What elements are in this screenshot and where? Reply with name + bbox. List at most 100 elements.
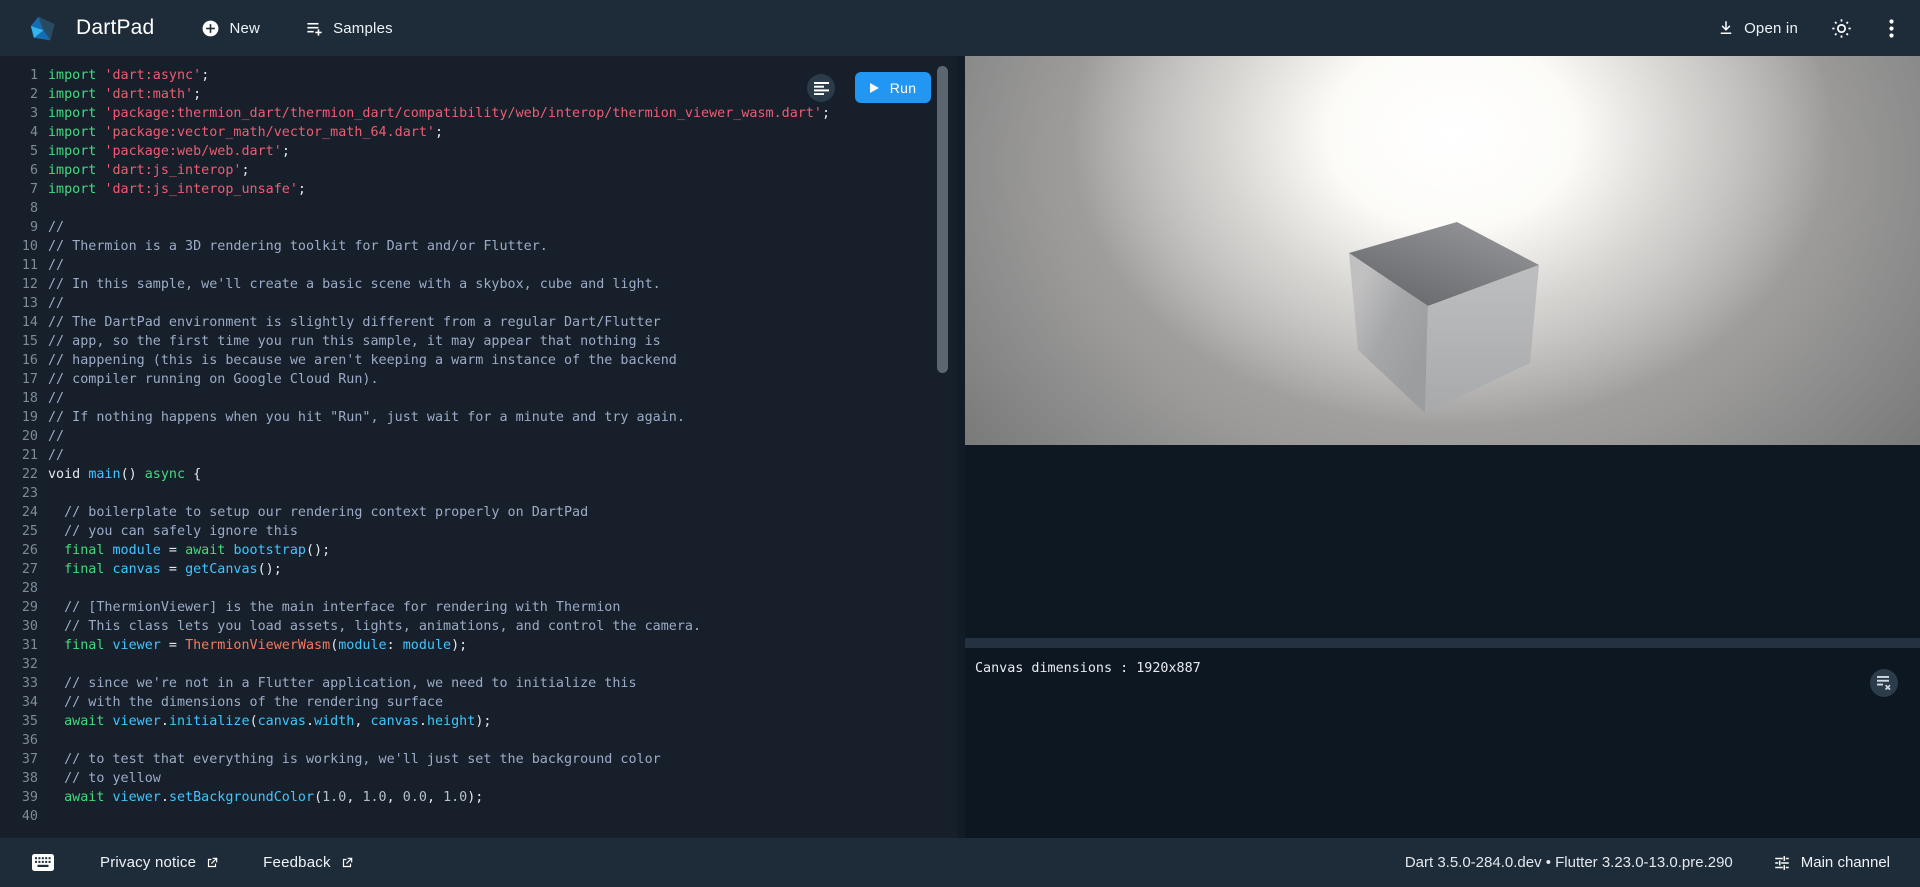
download-icon [1717,19,1735,37]
play-icon [870,83,879,93]
code-line[interactable]: 27 final canvas = getCanvas(); [0,560,957,579]
brand: DartPad [30,15,154,42]
code-line[interactable]: 21// [0,446,957,465]
code-line[interactable]: 9// [0,218,957,237]
code-line[interactable]: 23 [0,484,957,503]
horizontal-splitter[interactable] [965,638,1920,648]
top-app-bar: DartPad New Samples Open in [0,0,1920,56]
line-number: 24 [0,503,38,522]
line-number: 31 [0,636,38,655]
status-right: Dart 3.5.0-284.0.dev • Flutter 3.23.0-13… [1405,854,1890,872]
keyboard-shortcuts-button[interactable] [32,854,54,871]
line-number: 36 [0,731,38,750]
samples-button[interactable]: Samples [305,19,393,38]
theme-toggle-button[interactable] [1828,15,1854,41]
code-line[interactable]: 32 [0,655,957,674]
code-line[interactable]: 26 final module = await bootstrap(); [0,541,957,560]
code-line[interactable]: 8 [0,199,957,218]
code-line[interactable]: 11// [0,256,957,275]
add-circle-icon [201,19,220,38]
line-number: 4 [0,123,38,142]
code-line[interactable]: 3import 'package:thermion_dart/thermion_… [0,104,957,123]
line-number: 35 [0,712,38,731]
code-line[interactable]: 31 final viewer = ThermionViewerWasm(mod… [0,636,957,655]
line-number: 22 [0,465,38,484]
feedback-link[interactable]: Feedback [263,854,353,871]
new-button[interactable]: New [201,19,260,38]
line-number: 8 [0,199,38,218]
clear-console-icon [1877,676,1892,690]
line-number: 21 [0,446,38,465]
code-line[interactable]: 15// app, so the first time you run this… [0,332,957,351]
code-line[interactable]: 35 await viewer.initialize(canvas.width,… [0,712,957,731]
kebab-menu-icon [1889,19,1894,38]
open-in-button[interactable]: Open in [1717,19,1798,37]
privacy-notice-link[interactable]: Privacy notice [100,854,219,871]
line-number: 39 [0,788,38,807]
app-title: DartPad [76,16,154,40]
code-line[interactable]: 40 [0,807,957,826]
brightness-sun-icon [1831,18,1852,39]
code-line[interactable]: 38 // to yellow [0,769,957,788]
line-number: 27 [0,560,38,579]
channel-selector[interactable]: Main channel [1773,854,1890,872]
line-number: 13 [0,294,38,313]
canvas-empty-area [965,445,1920,638]
sdk-version-text: Dart 3.5.0-284.0.dev • Flutter 3.23.0-13… [1405,854,1733,871]
render-canvas-3d-scene[interactable] [965,56,1920,445]
code-line[interactable]: 36 [0,731,957,750]
line-number: 30 [0,617,38,636]
format-button[interactable] [807,74,835,102]
line-number: 9 [0,218,38,237]
code-line[interactable]: 39 await viewer.setBackgroundColor(1.0, … [0,788,957,807]
format-align-icon [814,82,829,95]
line-number: 25 [0,522,38,541]
code-line[interactable]: 30 // This class lets you load assets, l… [0,617,957,636]
code-line[interactable]: 33 // since we're not in a Flutter appli… [0,674,957,693]
code-line[interactable]: 7import 'dart:js_interop_unsafe'; [0,180,957,199]
run-button[interactable]: Run [855,72,931,103]
code-editor[interactable]: 1import 'dart:async';2import 'dart:math'… [0,56,957,838]
clear-console-button[interactable] [1870,669,1898,697]
code-line[interactable]: 28 [0,579,957,598]
code-line[interactable]: 19// If nothing happens when you hit "Ru… [0,408,957,427]
line-number: 32 [0,655,38,674]
console-panel: Canvas dimensions : 1920x887 [965,648,1920,838]
code-line[interactable]: 4import 'package:vector_math/vector_math… [0,123,957,142]
line-number: 14 [0,313,38,332]
code-line[interactable]: 17// compiler running on Google Cloud Ru… [0,370,957,389]
line-number: 6 [0,161,38,180]
code-lines: 1import 'dart:async';2import 'dart:math'… [0,56,957,826]
line-number: 33 [0,674,38,693]
vertical-splitter[interactable] [957,56,965,838]
line-number: 40 [0,807,38,826]
cube-3d [965,56,1920,445]
topbar-actions: Open in [1717,15,1904,41]
overflow-menu-button[interactable] [1878,15,1904,41]
line-number: 7 [0,180,38,199]
code-line[interactable]: 18// [0,389,957,408]
code-line[interactable]: 10// Thermion is a 3D rendering toolkit … [0,237,957,256]
line-number: 18 [0,389,38,408]
playlist-add-icon [305,19,324,38]
editor-scrollbar[interactable] [937,66,948,373]
code-line[interactable]: 34 // with the dimensions of the renderi… [0,693,957,712]
code-line[interactable]: 13// [0,294,957,313]
line-number: 2 [0,85,38,104]
code-line[interactable]: 5import 'package:web/web.dart'; [0,142,957,161]
code-line[interactable]: 24 // boilerplate to setup our rendering… [0,503,957,522]
code-line[interactable]: 12// In this sample, we'll create a basi… [0,275,957,294]
code-line[interactable]: 6import 'dart:js_interop'; [0,161,957,180]
line-number: 28 [0,579,38,598]
code-line[interactable]: 22void main() async { [0,465,957,484]
code-line[interactable]: 29 // [ThermionViewer] is the main inter… [0,598,957,617]
code-line[interactable]: 16// happening (this is because we aren'… [0,351,957,370]
code-line[interactable]: 20// [0,427,957,446]
tune-icon [1773,854,1791,872]
line-number: 20 [0,427,38,446]
code-line[interactable]: 37 // to test that everything is working… [0,750,957,769]
code-line[interactable]: 25 // you can safely ignore this [0,522,957,541]
line-number: 12 [0,275,38,294]
line-number: 26 [0,541,38,560]
code-line[interactable]: 14// The DartPad environment is slightly… [0,313,957,332]
